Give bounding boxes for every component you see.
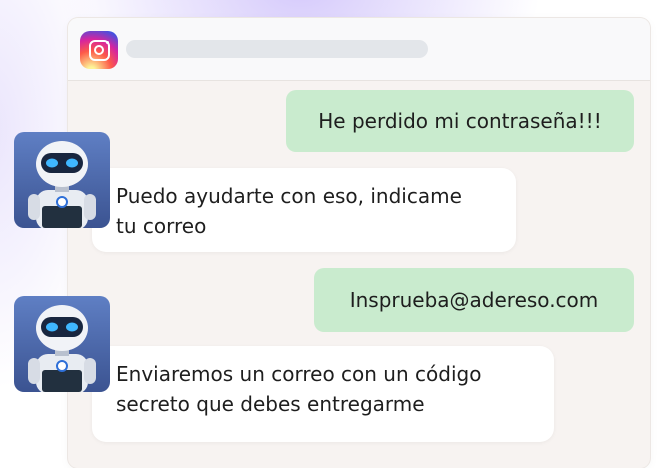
- chat-header: [68, 18, 650, 81]
- robot-avatar-icon: [14, 132, 110, 228]
- instagram-icon: [80, 31, 118, 69]
- bot-message: Enviaremos un correo con un código secre…: [92, 346, 554, 442]
- bot-message: Puedo ayudarte con eso, indicame tu corr…: [92, 168, 516, 252]
- bot-message-line: secreto que debes entregarme: [116, 392, 425, 416]
- user-message-text: Insprueba@adereso.com: [349, 288, 599, 312]
- user-message: Insprueba@adereso.com: [314, 268, 634, 332]
- user-message: He perdido mi contraseña!!!: [286, 90, 634, 152]
- bot-message-line: Puedo ayudarte con eso, indicame: [116, 184, 462, 208]
- robot-avatar-icon: [14, 296, 110, 392]
- header-placeholder-bar: [126, 40, 428, 58]
- user-message-text: He perdido mi contraseña!!!: [318, 109, 602, 133]
- bot-message-line: Enviaremos un correo con un código: [116, 362, 482, 386]
- bot-message-line: tu correo: [116, 214, 207, 238]
